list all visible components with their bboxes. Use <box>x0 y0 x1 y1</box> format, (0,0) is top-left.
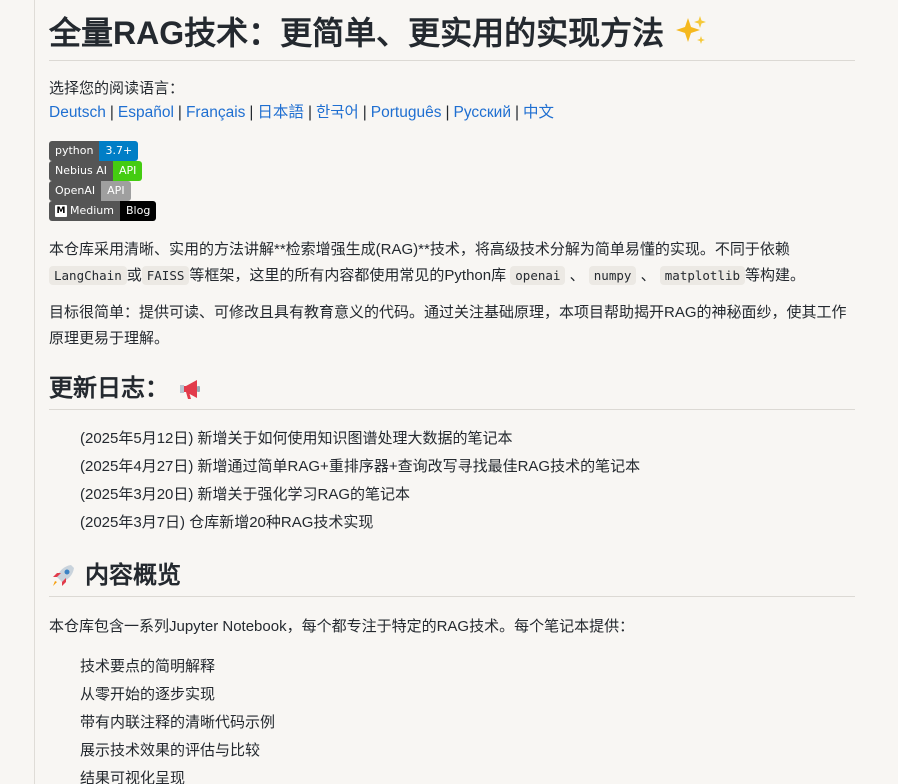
code-matplotlib: matplotlib <box>659 266 746 285</box>
badge-value: Blog <box>119 201 157 221</box>
separator: | <box>249 104 254 121</box>
lang-link-chinese[interactable]: 中文 <box>523 104 554 121</box>
changelog-heading: 更新日志： <box>49 371 855 410</box>
list-item: 结果可视化呈现 <box>80 770 186 784</box>
list-item: (2025年3月7日) 仓库新增20种RAG技术实现 <box>80 514 374 531</box>
code-numpy: numpy <box>588 266 637 285</box>
overview-heading: 内容概览 <box>49 558 855 597</box>
list-item: 技术要点的简明解释 <box>80 658 216 675</box>
lang-link-japanese[interactable]: 日本語 <box>257 104 304 121</box>
changelog-heading-text: 更新日志： <box>49 375 169 402</box>
list-item: 展示技术效果的评估与比较 <box>80 742 261 759</box>
badge-label: OpenAI <box>49 181 102 201</box>
overview-heading-text: 内容概览 <box>85 562 181 589</box>
changelog-list: (2025年5月12日) 新增关于如何使用知识图谱处理大数据的笔记本 (2025… <box>49 425 855 537</box>
language-prompt: 选择您的阅读语言： <box>49 80 185 97</box>
overview-description: 本仓库包含一系列Jupyter Notebook，每个都专注于特定的RAG技术。… <box>49 618 635 635</box>
badges: python 3.7+ Nebius AI API OpenAI API M Me… <box>49 141 855 221</box>
separator: | <box>515 104 520 121</box>
code-langchain: LangChain <box>49 266 127 285</box>
badge-value: API <box>101 181 131 201</box>
medium-logo-icon: M <box>55 205 67 217</box>
medium-badge[interactable]: M Medium Blog <box>49 201 157 221</box>
badge-label: Nebius AI <box>49 161 114 181</box>
code-openai: openai <box>510 266 566 285</box>
goal-paragraph: 目标很简单：提供可读、可修改且具有教育意义的代码。通过关注基础原理，本项目帮助揭… <box>49 304 847 347</box>
list-item: (2025年3月20日) 新增关于强化学习RAG的笔记本 <box>80 486 411 503</box>
badge-value: 3.7+ <box>99 141 139 161</box>
left-border <box>34 0 35 784</box>
separator: | <box>307 104 312 121</box>
megaphone-icon <box>180 380 200 399</box>
list-item: 带有内联注释的清晰代码示例 <box>80 714 276 731</box>
separator: | <box>445 104 450 121</box>
code-faiss: FAISS <box>141 266 190 285</box>
lang-link-deutsch[interactable]: Deutsch <box>49 104 106 121</box>
badge-label-text: Medium <box>70 204 114 217</box>
openai-badge[interactable]: OpenAI API <box>49 181 131 201</box>
lang-link-portugues[interactable]: Português <box>371 104 442 121</box>
intro-text: 或 <box>126 267 142 284</box>
rocket-icon <box>53 565 74 586</box>
sparkles-icon <box>676 16 707 44</box>
page: 全量RAG技术：更简单、更实用的实现方法 选择您的阅读语言： Deutsch | E… <box>0 0 898 784</box>
intro-text: 等构建。 <box>745 267 806 284</box>
lang-link-francais[interactable]: Français <box>186 104 245 121</box>
list-item: 从零开始的逐步实现 <box>80 686 216 703</box>
list-item: (2025年5月12日) 新增关于如何使用知识图谱处理大数据的笔记本 <box>80 430 513 447</box>
lang-link-russian[interactable]: Русский <box>453 104 511 121</box>
badge-label: python <box>49 141 100 161</box>
intro-text: 、 <box>640 267 656 284</box>
overview-list: 技术要点的简明解释 从零开始的逐步实现 带有内联注释的清晰代码示例 展示技术效果… <box>49 653 855 784</box>
nebius-badge[interactable]: Nebius AI API <box>49 161 143 181</box>
intro-text: 、 <box>569 267 585 284</box>
separator: | <box>177 104 182 121</box>
page-title: 全量RAG技术：更简单、更实用的实现方法 <box>49 10 855 61</box>
lang-link-espanol[interactable]: Español <box>118 104 174 121</box>
badge-value: API <box>113 161 143 181</box>
badge-label: M Medium <box>49 201 120 221</box>
page-title-text: 全量RAG技术：更简单、更实用的实现方法 <box>49 15 665 51</box>
list-item: (2025年4月27日) 新增通过简单RAG+重排序器+查询改写寻找最佳RAG技… <box>80 458 641 475</box>
lang-link-korean[interactable]: 한국어 <box>316 104 359 121</box>
intro-paragraph: 本仓库采用清晰、实用的方法讲解**检索增强生成(RAG)**技术，将高级技术分解… <box>49 237 855 289</box>
separator: | <box>109 104 114 121</box>
intro-text: 本仓库采用清晰、实用的方法讲解**检索增强生成(RAG)**技术，将高级技术分解… <box>49 241 790 258</box>
python-badge[interactable]: python 3.7+ <box>49 141 139 161</box>
separator: | <box>362 104 367 121</box>
intro-text: 等框架，这里的所有内容都使用常见的Python库 <box>189 267 507 284</box>
language-links: Deutsch | Español | Français | 日本語 | 한국어 | Portugu… <box>49 102 855 124</box>
